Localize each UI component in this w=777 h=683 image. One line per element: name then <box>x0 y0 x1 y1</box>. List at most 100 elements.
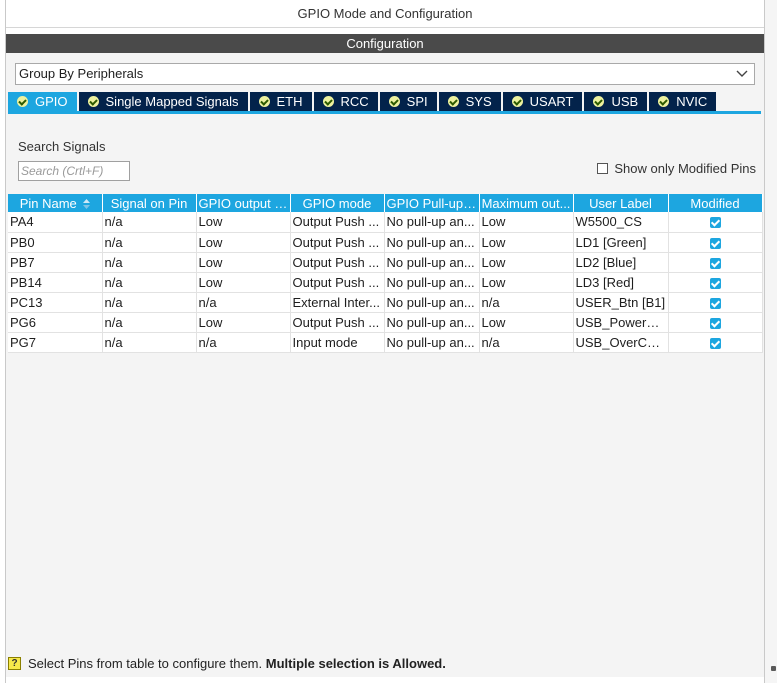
table-cell: Output Push ... <box>290 212 385 233</box>
table-cell: USB_PowerS... <box>573 312 669 333</box>
check-circle-icon <box>511 96 523 107</box>
table-cell: Low <box>479 212 574 233</box>
modified-cell <box>668 312 763 333</box>
tab-label: SPI <box>406 94 428 109</box>
column-header[interactable]: Modified <box>668 194 763 212</box>
table-cell: No pull-up an... <box>384 212 480 233</box>
table-header-row: Pin Name Signal on Pin GPIO output l... GPI… <box>8 194 763 212</box>
column-header[interactable]: User Label <box>573 194 669 212</box>
table-cell: Output Push ... <box>290 232 385 253</box>
show-modified-toggle[interactable]: Show only Modified Pins <box>597 161 756 176</box>
tab-label: SYS <box>465 94 492 109</box>
check-circle-icon <box>447 96 459 107</box>
column-header-label: Maximum out... <box>481 195 571 211</box>
table-cell: USB_OverCur... <box>573 332 669 353</box>
modified-cell <box>668 212 763 233</box>
table-cell: No pull-up an... <box>384 272 480 293</box>
table-cell: n/a <box>196 332 291 353</box>
check-circle-icon <box>322 96 334 107</box>
table-cell: n/a <box>102 292 197 313</box>
table-cell: Input mode <box>290 332 385 353</box>
table-cell: W5500_CS <box>573 212 669 233</box>
table-row[interactable]: PG6 n/a Low Output Push ... No pull-up an...… <box>8 312 763 333</box>
modified-cell <box>668 292 763 313</box>
table-cell: n/a <box>479 292 574 313</box>
check-circle-icon <box>388 96 400 107</box>
check-circle-icon <box>593 96 605 107</box>
column-header[interactable]: Maximum out... <box>479 194 574 212</box>
table-cell: n/a <box>102 252 197 273</box>
tab-eth[interactable]: ETH <box>249 92 312 111</box>
tab-label: ETH <box>276 94 303 109</box>
table-row[interactable]: PB14 n/a Low Output Push ... No pull-up an..… <box>8 272 763 293</box>
tab-nvic[interactable]: NVIC <box>649 92 717 111</box>
table-cell: No pull-up an... <box>384 252 480 273</box>
search-input[interactable] <box>18 161 130 181</box>
table-cell: PB14 <box>8 272 103 293</box>
modified-checkbox[interactable] <box>709 237 721 249</box>
column-header[interactable]: GPIO output l... <box>196 194 291 212</box>
table-cell: Low <box>479 272 574 293</box>
table-cell: Low <box>196 212 291 233</box>
tab-sys[interactable]: SYS <box>438 92 501 111</box>
table-cell: Low <box>196 272 291 293</box>
peripheral-tabs: GPIO Single Mapped Signals ETH RCC SPI SYS USA… <box>8 92 761 114</box>
table-body: PA4 n/a Low Output Push ... No pull-up an...… <box>8 212 763 353</box>
modified-checkbox[interactable] <box>709 337 721 349</box>
table-row[interactable]: PB7 n/a Low Output Push ... No pull-up an...… <box>8 252 763 273</box>
check-circle-icon <box>17 96 28 107</box>
scrollbar[interactable] <box>765 0 777 683</box>
table-cell: PC13 <box>8 292 103 313</box>
column-header-label: Pin Name <box>19 195 77 211</box>
pin-table: Pin Name Signal on Pin GPIO output l... GPI… <box>8 194 763 353</box>
modified-checkbox[interactable] <box>709 297 721 309</box>
show-modified-label: Show only Modified Pins <box>614 161 756 176</box>
tab-single-mapped-signals[interactable]: Single Mapped Signals <box>78 92 248 111</box>
table-cell: PB7 <box>8 252 103 273</box>
table-cell: Low <box>196 252 291 273</box>
table-cell: No pull-up an... <box>384 332 480 353</box>
modified-checkbox[interactable] <box>709 277 721 289</box>
check-circle-icon <box>87 96 99 107</box>
column-header[interactable]: GPIO Pull-up/... <box>384 194 480 212</box>
tab-gpio[interactable]: GPIO <box>8 92 77 111</box>
table-row[interactable]: PC13 n/a n/a External Inter... No pull-up an… <box>8 292 763 313</box>
tab-label: NVIC <box>676 94 708 109</box>
window-title: GPIO Mode and Configuration <box>6 0 764 28</box>
column-header-label: GPIO Pull-up/... <box>386 195 478 211</box>
modified-cell <box>668 252 763 273</box>
column-header-label: User Label <box>589 195 652 211</box>
table-cell: Low <box>196 312 291 333</box>
tab-label: Single Mapped Signals <box>105 94 239 109</box>
column-header-label: Modified <box>690 195 740 211</box>
tab-label: GPIO <box>35 94 68 109</box>
column-header[interactable]: Pin Name <box>8 194 103 212</box>
tab-spi[interactable]: SPI <box>379 92 437 111</box>
table-cell: n/a <box>102 332 197 353</box>
column-header[interactable]: GPIO mode <box>290 194 385 212</box>
sort-icon <box>82 199 90 210</box>
modified-checkbox[interactable] <box>709 217 721 229</box>
table-row[interactable]: PG7 n/a n/a Input mode No pull-up an... n/a US… <box>8 332 763 353</box>
table-cell: LD2 [Blue] <box>573 252 669 273</box>
modified-checkbox[interactable] <box>709 257 721 269</box>
check-circle-icon <box>258 96 270 107</box>
modified-cell <box>668 232 763 253</box>
tab-rcc[interactable]: RCC <box>313 92 378 111</box>
group-by-value: Group By Peripherals <box>19 66 144 81</box>
table-row[interactable]: PA4 n/a Low Output Push ... No pull-up an...… <box>8 212 763 233</box>
tab-usart[interactable]: USART <box>502 92 583 111</box>
column-header[interactable]: Signal on Pin <box>102 194 197 212</box>
table-row[interactable]: PB0 n/a Low Output Push ... No pull-up an...… <box>8 232 763 253</box>
table-cell: Low <box>479 312 574 333</box>
modified-checkbox[interactable] <box>709 317 721 329</box>
table-cell: PA4 <box>8 212 103 233</box>
table-cell: External Inter... <box>290 292 385 313</box>
show-modified-checkbox[interactable] <box>597 163 609 174</box>
group-by-select[interactable]: Group By Peripherals <box>15 63 755 85</box>
tab-usb[interactable]: USB <box>584 92 648 111</box>
table-cell: LD1 [Green] <box>573 232 669 253</box>
table-cell: n/a <box>102 232 197 253</box>
table-cell: n/a <box>102 312 197 333</box>
table-cell: PG7 <box>8 332 103 353</box>
